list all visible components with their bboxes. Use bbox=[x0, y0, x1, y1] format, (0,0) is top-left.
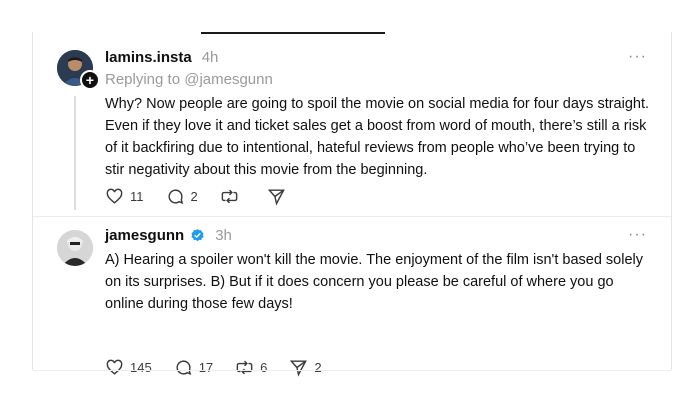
reply-handle-link[interactable]: @jamesgunn bbox=[184, 71, 273, 88]
like-button[interactable]: 11 bbox=[105, 187, 144, 206]
divider bbox=[33, 370, 671, 371]
verified-badge-icon bbox=[191, 228, 204, 242]
reply-prefix: Replying to bbox=[105, 71, 181, 88]
action-bar: 145 17 6 2 bbox=[105, 358, 344, 377]
post-text: Why? Now people are going to spoil the m… bbox=[105, 96, 650, 178]
comment-icon bbox=[167, 189, 183, 204]
replying-to: Replying to @jamesgunn bbox=[105, 71, 273, 88]
reply-button[interactable]: 17 bbox=[174, 358, 213, 377]
repost-icon bbox=[236, 360, 253, 375]
post-header: jamesgunn 3h bbox=[105, 227, 232, 244]
thread-card: + lamins.insta 4h ··· Replying to @james… bbox=[32, 32, 672, 377]
repost-icon bbox=[221, 189, 238, 204]
timestamp[interactable]: 4h bbox=[202, 49, 219, 66]
follow-button[interactable]: + bbox=[80, 70, 100, 90]
divider bbox=[33, 216, 671, 217]
username[interactable]: jamesgunn bbox=[105, 227, 184, 244]
like-button[interactable]: 145 bbox=[105, 358, 152, 377]
reply-count: 17 bbox=[198, 360, 214, 375]
username[interactable]: lamins.insta bbox=[105, 49, 192, 66]
more-options-icon[interactable]: ··· bbox=[628, 226, 647, 244]
post-text: A) Hearing a spoiler won't kill the movi… bbox=[105, 252, 643, 312]
thread-line bbox=[74, 96, 76, 210]
post-header: lamins.insta 4h bbox=[105, 49, 218, 66]
share-button[interactable]: 2 bbox=[289, 358, 322, 377]
send-icon bbox=[267, 189, 285, 206]
repost-button[interactable]: 6 bbox=[235, 358, 267, 377]
action-bar: 11 2 bbox=[105, 187, 314, 206]
heart-icon bbox=[106, 188, 123, 204]
like-count: 145 bbox=[130, 360, 152, 375]
reply-count: 2 bbox=[190, 189, 198, 204]
more-options-icon[interactable]: ··· bbox=[628, 48, 647, 66]
send-icon bbox=[290, 360, 308, 377]
like-count: 11 bbox=[130, 189, 144, 204]
heart-icon bbox=[106, 359, 123, 375]
timestamp[interactable]: 3h bbox=[215, 227, 232, 244]
author-reply-post[interactable]: jamesgunn 3h ··· A) Hearing a spoiler wo… bbox=[33, 216, 671, 377]
share-count: 2 bbox=[314, 360, 322, 375]
avatar[interactable] bbox=[57, 230, 93, 266]
repost-count: 6 bbox=[260, 360, 268, 375]
repost-button[interactable] bbox=[220, 187, 245, 206]
reply-button[interactable]: 2 bbox=[166, 187, 198, 206]
comment-icon bbox=[176, 360, 192, 375]
share-button[interactable] bbox=[267, 187, 292, 206]
reply-post[interactable]: + lamins.insta 4h ··· Replying to @james… bbox=[33, 32, 671, 216]
